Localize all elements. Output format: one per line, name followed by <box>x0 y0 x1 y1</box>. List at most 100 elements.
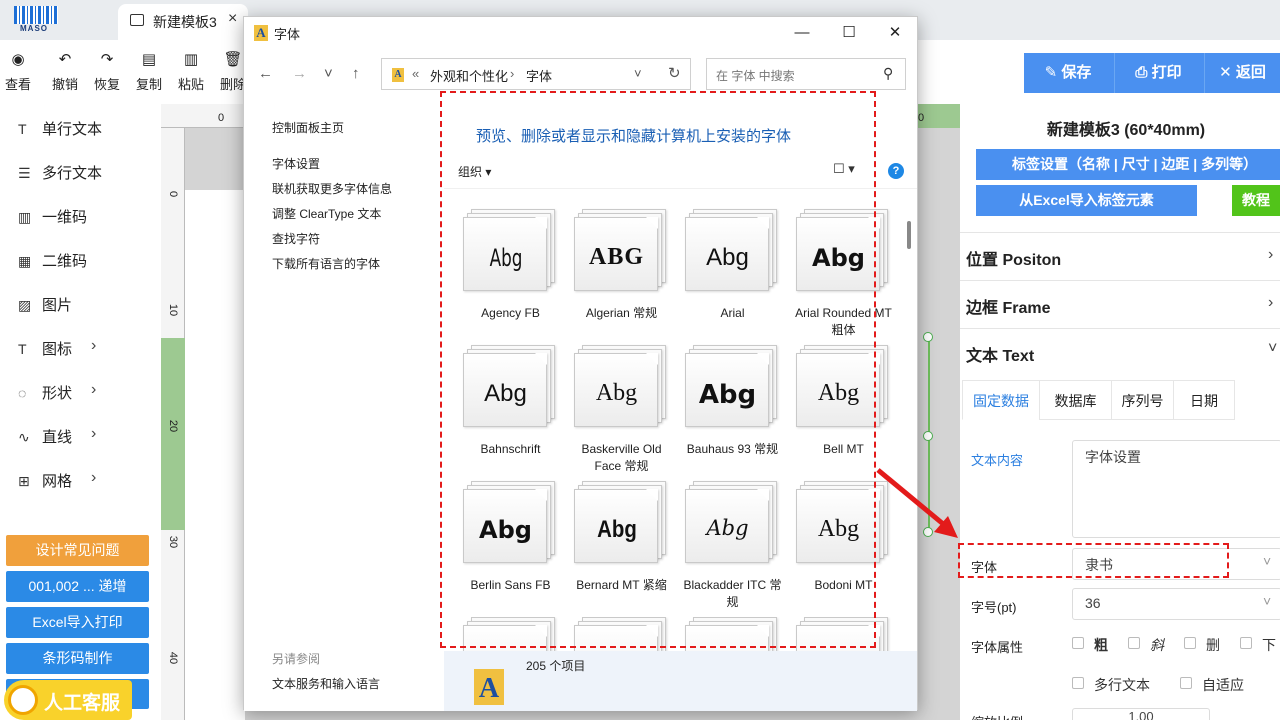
breadcrumb-appearance[interactable]: 外观和个性化 <box>430 66 508 85</box>
link-download-language-fonts[interactable]: 下载所有语言的字体 <box>272 255 380 272</box>
design-faq-button[interactable]: 设计常见问题 <box>6 535 149 566</box>
tab-serial[interactable]: 序列号 <box>1111 380 1174 420</box>
back-arrow-icon[interactable]: ← <box>258 65 273 82</box>
recent-dropdown-icon[interactable]: ˅ <box>324 65 333 82</box>
font-size-value: 36 <box>1085 595 1101 611</box>
tool-single-line-text[interactable]: T 单行文本 <box>18 118 102 142</box>
autofit-checkbox[interactable] <box>1180 677 1192 689</box>
divider <box>960 328 1280 329</box>
font-attr-label: 字体属性 <box>971 640 1024 655</box>
template-title: 新建模板3 (60*40mm) <box>1046 122 1206 139</box>
forward-arrow-icon[interactable]: → <box>292 65 307 82</box>
chevron-down-icon[interactable]: ˅ <box>634 66 642 81</box>
edit-icon: ✎ <box>1044 64 1058 81</box>
tab-fixed-data[interactable]: 固定数据 <box>962 380 1040 420</box>
bold-label: 粗 <box>1094 637 1108 653</box>
multiline-checkbox[interactable] <box>1072 677 1084 689</box>
link-find-character[interactable]: 查找字符 <box>272 230 320 247</box>
barcode-logo-icon <box>14 6 58 24</box>
refresh-icon[interactable]: ↻ <box>668 64 681 82</box>
customer-service-label: 人工客服 <box>44 693 121 714</box>
tutorial-button[interactable]: 教程 <box>1232 185 1280 216</box>
text-content-input[interactable]: 字体设置 <box>1072 440 1280 538</box>
tool-icon[interactable]: T 图标 › <box>18 337 96 362</box>
close-icon[interactable]: ✕ <box>872 21 918 45</box>
line-icon: ∿ <box>18 429 30 445</box>
print-button[interactable]: ⎙ 打印 <box>1114 53 1202 93</box>
tool-shape[interactable]: ◌ 形状 › <box>18 381 96 406</box>
increment-button[interactable]: 001,002 ... 递增 <box>6 571 149 602</box>
undo-button[interactable]: ↶ 撤销 <box>47 50 83 93</box>
item-count: 205 个项目 <box>526 659 586 673</box>
view-button[interactable]: ◉ 查看 <box>0 50 36 93</box>
resize-handle[interactable] <box>923 431 933 441</box>
image-icon: ▨ <box>18 297 32 313</box>
breadcrumb-overflow[interactable]: « <box>412 66 419 81</box>
strike-checkbox[interactable] <box>1184 637 1196 649</box>
logo-text: MASO <box>20 24 48 33</box>
help-icon[interactable]: ? <box>888 163 904 179</box>
bold-checkbox[interactable] <box>1072 637 1084 649</box>
tool-image[interactable]: ▨ 图片 <box>18 294 72 318</box>
tab-date[interactable]: 日期 <box>1173 380 1235 420</box>
paste-button[interactable]: ▥ 粘贴 <box>173 50 209 93</box>
status-area: A 205 个项目 <box>444 651 917 711</box>
scale-stepper[interactable]: 1.00 <box>1072 708 1210 720</box>
link-control-panel-home[interactable]: 控制面板主页 <box>272 119 344 136</box>
excel-import-button[interactable]: 从Excel导入标签元素 <box>976 185 1197 216</box>
font-folder-icon: A <box>254 25 268 41</box>
link-font-settings[interactable]: 字体设置 <box>272 155 320 172</box>
label-settings-button[interactable]: 标签设置（名称 | 尺寸 | 边距 | 多列等） <box>976 149 1280 180</box>
tool-label: 二维码 <box>42 253 88 270</box>
font-folder-icon: A <box>392 68 404 82</box>
font-size-select[interactable]: 36 ˅ <box>1072 588 1280 620</box>
search-input[interactable]: 在 字体 中搜索 ⚲ <box>706 58 906 90</box>
breadcrumb-fonts[interactable]: 字体 <box>526 66 552 85</box>
up-arrow-icon[interactable]: ↑ <box>352 65 360 82</box>
back-button[interactable]: ✕ 返回 <box>1204 53 1280 93</box>
position-section[interactable]: 位置 Positon <box>966 246 1061 270</box>
vertical-scrollbar[interactable] <box>906 205 912 649</box>
link-text-services[interactable]: 文本服务和输入语言 <box>272 675 380 692</box>
underline-checkbox[interactable] <box>1240 637 1252 649</box>
italic-label: 斜 <box>1150 637 1164 653</box>
minimize-icon[interactable]: — <box>779 21 825 45</box>
tool-grid[interactable]: ⊞ 网格 › <box>18 469 96 494</box>
redo-button[interactable]: ↷ 恢复 <box>89 50 125 93</box>
chevron-down-icon[interactable]: ˅ <box>1268 340 1277 358</box>
scrollbar-thumb[interactable] <box>907 221 911 249</box>
tool-line[interactable]: ∿ 直线 › <box>18 425 96 450</box>
ruler-tick-label: 0 <box>218 112 225 124</box>
chevron-right-icon[interactable]: › <box>1268 294 1273 312</box>
barcode-make-button[interactable]: 条形码制作 <box>6 643 149 674</box>
tool-label: 直线 <box>42 429 73 446</box>
text-section[interactable]: 文本 Text <box>966 342 1034 366</box>
ruler-tick-label: 10 <box>167 303 180 317</box>
customer-service-button[interactable]: 人工客服 <box>4 680 132 720</box>
window-icon <box>130 14 144 26</box>
resize-handle[interactable] <box>923 332 933 342</box>
divider <box>960 232 1280 233</box>
copy-button[interactable]: ▤ 复制 <box>131 50 167 93</box>
tool-qrcode[interactable]: ▦ 二维码 <box>18 250 87 274</box>
save-button[interactable]: ✎ 保存 <box>1024 53 1112 93</box>
frame-section[interactable]: 边框 Frame <box>966 294 1050 318</box>
italic-checkbox[interactable] <box>1128 637 1140 649</box>
excel-print-button[interactable]: Excel导入打印 <box>6 607 149 638</box>
label-area[interactable] <box>185 190 245 720</box>
document-tab[interactable]: 新建模板3 × <box>118 4 248 40</box>
chevron-right-icon[interactable]: › <box>1268 246 1273 264</box>
address-bar[interactable]: A « 外观和个性化 › 字体 ˅ ↻ <box>381 58 691 90</box>
divider <box>960 280 1280 281</box>
paste-label: 粘贴 <box>177 77 204 92</box>
link-cleartype[interactable]: 调整 ClearType 文本 <box>272 205 381 222</box>
maximize-icon[interactable]: ☐ <box>826 21 872 45</box>
tool-barcode[interactable]: ▥ 一维码 <box>18 206 87 230</box>
breadcrumb-separator: › <box>510 66 515 81</box>
tab-database[interactable]: 数据库 <box>1039 380 1112 420</box>
tab-close-icon[interactable]: × <box>228 10 237 28</box>
link-more-fonts-online[interactable]: 联机获取更多字体信息 <box>272 180 392 197</box>
qrcode-icon: ▦ <box>18 253 32 269</box>
tool-multi-line-text[interactable]: ☰ 多行文本 <box>18 162 102 186</box>
chevron-down-icon: ˅ <box>1263 553 1272 569</box>
